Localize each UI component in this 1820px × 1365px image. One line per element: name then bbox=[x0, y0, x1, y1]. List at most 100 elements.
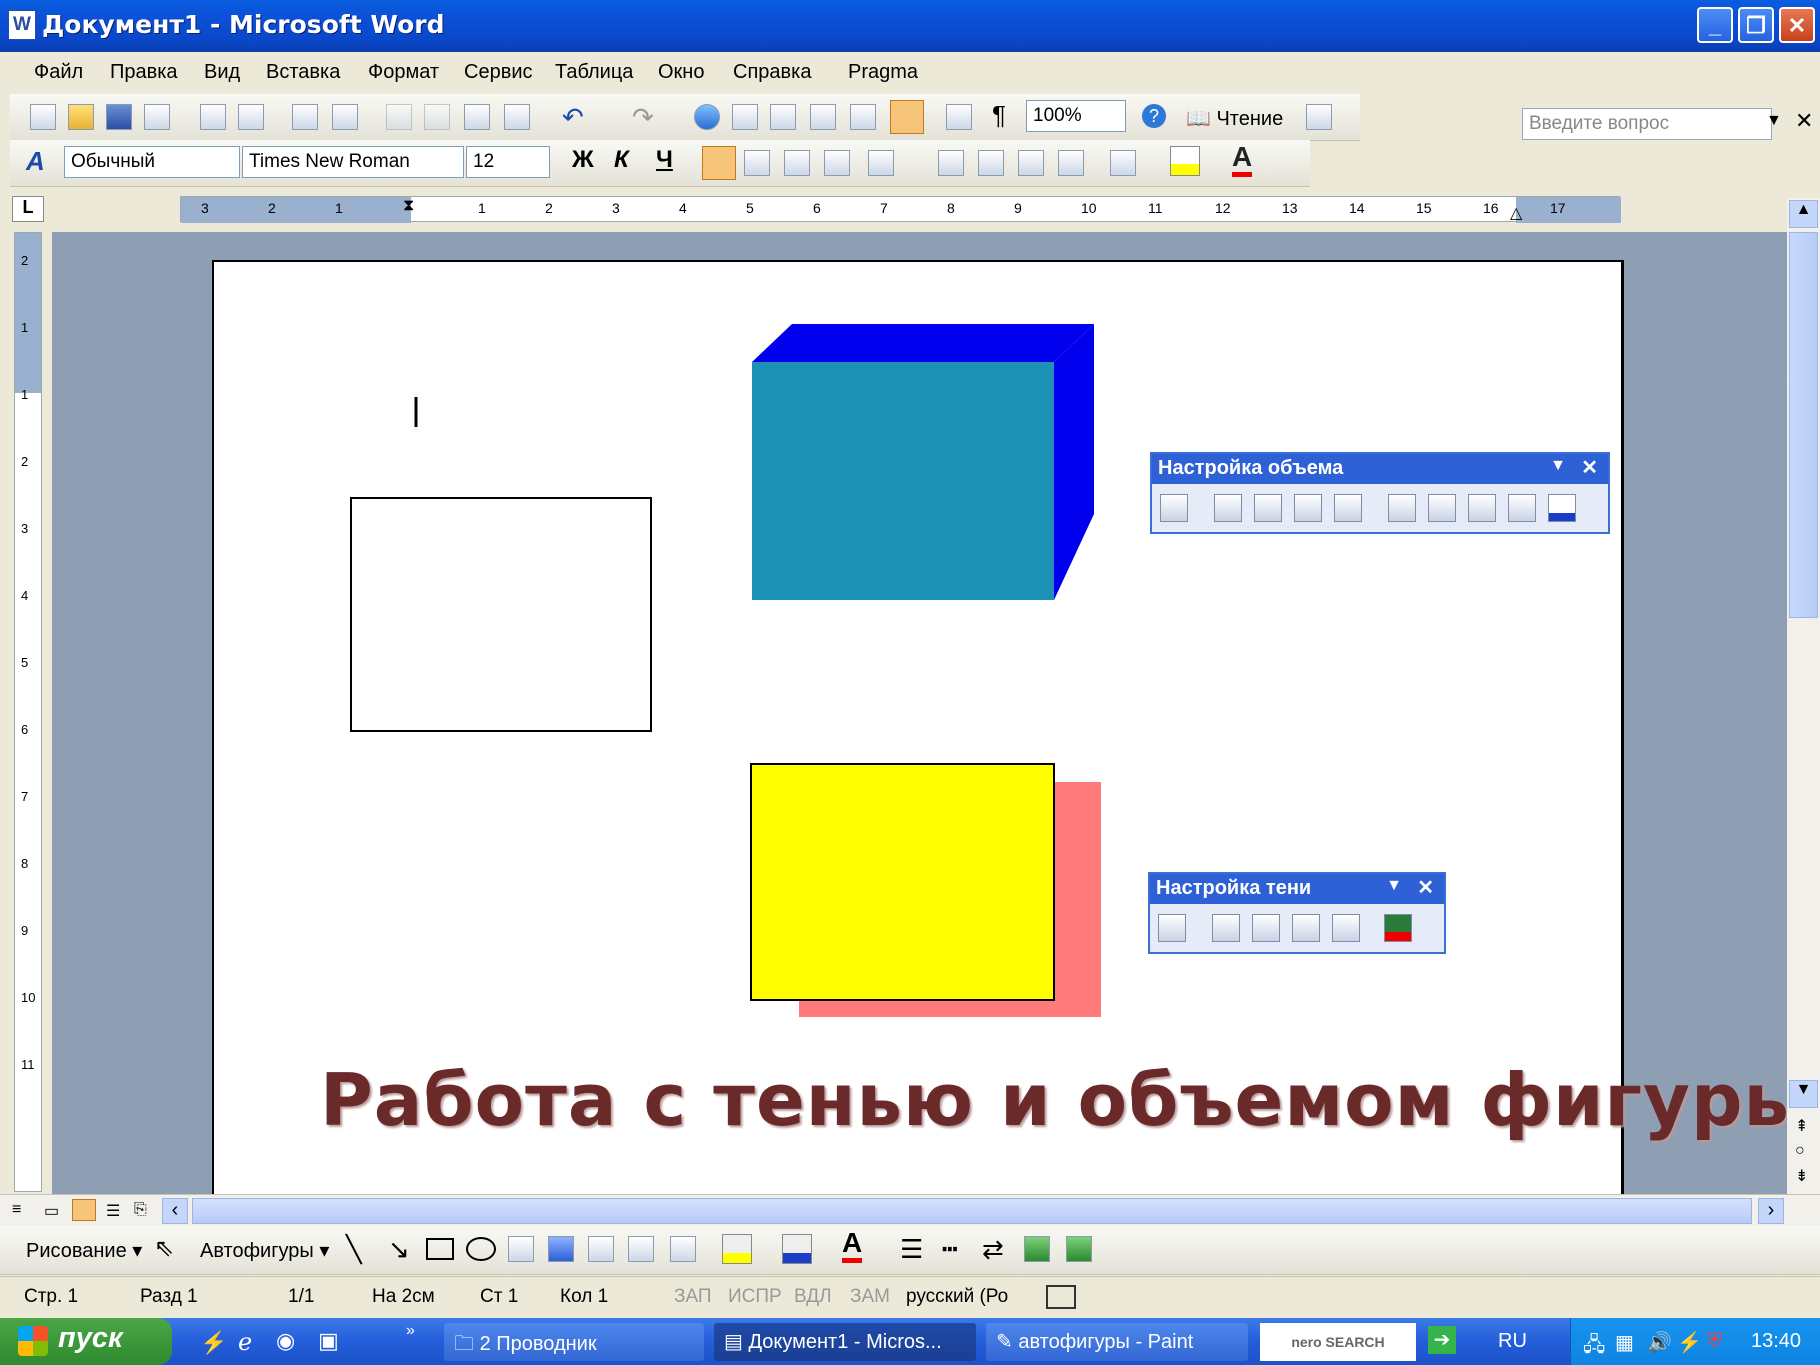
sort-icon[interactable] bbox=[1306, 104, 1332, 130]
format-painter-icon[interactable] bbox=[504, 104, 530, 130]
status-ext[interactable]: ВДЛ bbox=[794, 1286, 832, 1308]
security-shield-icon[interactable]: ⛨ bbox=[1707, 1330, 1722, 1353]
tilt-up-icon[interactable] bbox=[1254, 494, 1282, 522]
palette-menu-icon[interactable]: ▼ bbox=[1550, 457, 1566, 475]
wordart-icon[interactable] bbox=[548, 1236, 574, 1262]
arrow-style-icon[interactable]: ⇄ bbox=[982, 1234, 1004, 1265]
nudge-down-icon[interactable] bbox=[1252, 914, 1280, 942]
tilt-down-icon[interactable] bbox=[1214, 494, 1242, 522]
borders-icon[interactable] bbox=[1110, 150, 1136, 176]
vertical-ruler[interactable]: 2 1 1 2 3 4 5 6 7 8 9 10 11 bbox=[14, 232, 42, 1192]
menu-insert[interactable]: Вставка bbox=[266, 61, 340, 84]
styles-icon[interactable]: A bbox=[26, 146, 45, 177]
bold-button[interactable]: Ж bbox=[572, 146, 594, 174]
show-formatting-icon[interactable]: ¶ bbox=[992, 100, 1006, 131]
minimize-button[interactable]: _ bbox=[1697, 7, 1733, 43]
open-folder-icon[interactable] bbox=[68, 104, 94, 130]
insert-picture-icon[interactable] bbox=[670, 1236, 696, 1262]
italic-button[interactable]: К bbox=[614, 146, 629, 174]
font-size-combo[interactable]: 12 bbox=[466, 146, 550, 178]
title-bar[interactable]: W Документ1 - Microsoft Word _ ❐ ✕ bbox=[0, 0, 1820, 52]
decrease-indent-icon[interactable] bbox=[1018, 150, 1044, 176]
menu-format[interactable]: Формат bbox=[368, 61, 439, 84]
paste-icon[interactable] bbox=[464, 104, 490, 130]
scroll-thumb[interactable] bbox=[1789, 232, 1818, 618]
shadowed-rectangle-shape[interactable] bbox=[750, 763, 1101, 1017]
print-icon[interactable] bbox=[200, 104, 226, 130]
cube-shape[interactable] bbox=[752, 324, 1094, 600]
tab-selector[interactable]: L bbox=[12, 196, 44, 222]
quicklaunch-icon[interactable]: ⚡ bbox=[200, 1330, 227, 1356]
horizontal-scroll-thumb[interactable] bbox=[192, 1198, 1752, 1224]
clipart-icon[interactable] bbox=[628, 1236, 654, 1262]
shadow-toggle-icon[interactable] bbox=[1158, 914, 1186, 942]
status-rec[interactable]: ЗАП bbox=[674, 1286, 712, 1308]
align-center-icon[interactable] bbox=[744, 150, 770, 176]
spelling-icon[interactable] bbox=[292, 104, 318, 130]
help-icon[interactable]: ? bbox=[1142, 104, 1166, 128]
numbering-icon[interactable] bbox=[938, 150, 964, 176]
close-document-icon[interactable]: ✕ bbox=[1795, 108, 1813, 134]
insert-excel-icon[interactable] bbox=[810, 104, 836, 130]
tilt-right-icon[interactable] bbox=[1334, 494, 1362, 522]
drawing-toggle-icon[interactable] bbox=[890, 100, 924, 134]
scroll-left-icon[interactable]: ‹ bbox=[162, 1198, 188, 1224]
task-word[interactable]: ▤ Документ1 - Micros... bbox=[714, 1323, 976, 1361]
scroll-up-icon[interactable]: ▲ bbox=[1789, 200, 1818, 228]
ie-icon[interactable]: ℯ bbox=[238, 1328, 252, 1357]
horizontal-scrollbar[interactable]: ≡ ▭ ☰ ⎘ ‹ › bbox=[0, 1194, 1820, 1227]
line-style-icon[interactable]: ☰ bbox=[900, 1234, 923, 1265]
go-arrow-icon[interactable]: ➔ bbox=[1428, 1326, 1456, 1354]
menu-help[interactable]: Справка bbox=[733, 61, 811, 84]
font-color-icon[interactable]: A bbox=[1232, 142, 1253, 177]
print-layout-view-icon[interactable] bbox=[72, 1199, 96, 1221]
depth-icon[interactable] bbox=[1388, 494, 1416, 522]
direction-icon[interactable] bbox=[1428, 494, 1456, 522]
bullets-icon[interactable] bbox=[978, 150, 1004, 176]
hyperlink-icon[interactable] bbox=[694, 104, 720, 130]
print-preview-icon[interactable] bbox=[238, 104, 264, 130]
disk-icon[interactable]: ▣ bbox=[318, 1328, 339, 1354]
browse-object-icon[interactable]: ○ bbox=[1795, 1142, 1805, 1160]
permission-icon[interactable] bbox=[144, 104, 170, 130]
menu-edit[interactable]: Правка bbox=[110, 61, 178, 84]
highlight-icon[interactable] bbox=[1170, 146, 1200, 176]
line-color-icon[interactable] bbox=[782, 1234, 812, 1264]
autoshapes-menu-button[interactable]: Автофигуры ▾ bbox=[200, 1238, 329, 1263]
close-button[interactable]: ✕ bbox=[1779, 7, 1815, 43]
menu-tools[interactable]: Сервис bbox=[464, 61, 533, 84]
shadow-palette-title[interactable]: Настройка тени ▼ ✕ bbox=[1150, 874, 1444, 904]
shadow-settings-palette[interactable]: Настройка тени ▼ ✕ bbox=[1148, 872, 1446, 954]
research-icon[interactable] bbox=[332, 104, 358, 130]
align-right-icon[interactable] bbox=[784, 150, 810, 176]
increase-indent-icon[interactable] bbox=[1058, 150, 1084, 176]
save-icon[interactable] bbox=[106, 104, 132, 130]
outline-view-icon[interactable]: ☰ bbox=[106, 1201, 120, 1221]
select-pointer-icon[interactable]: ⇖ bbox=[154, 1234, 174, 1263]
previous-page-icon[interactable]: ⇞ bbox=[1795, 1116, 1808, 1136]
surface-icon[interactable] bbox=[1508, 494, 1536, 522]
palette-menu-icon[interactable]: ▼ bbox=[1386, 877, 1402, 895]
font-combo[interactable]: Times New Roman bbox=[242, 146, 464, 178]
nero-search-box[interactable]: nero SEARCH bbox=[1260, 1323, 1416, 1361]
tray-lightning-icon[interactable]: ⚡ bbox=[1677, 1330, 1702, 1355]
volume-icon[interactable]: 🔊 bbox=[1647, 1330, 1672, 1355]
quicklaunch-more-icon[interactable]: » bbox=[406, 1322, 415, 1340]
dash-style-icon[interactable]: ┅ bbox=[942, 1234, 958, 1265]
columns-icon[interactable] bbox=[850, 104, 876, 130]
menu-window[interactable]: Окно bbox=[658, 61, 704, 84]
reading-mode-button[interactable]: 📖 Чтение bbox=[1186, 106, 1283, 131]
web-view-icon[interactable]: ▭ bbox=[44, 1201, 59, 1221]
menu-pragma[interactable]: Pragma bbox=[848, 61, 918, 84]
nudge-right-icon[interactable] bbox=[1332, 914, 1360, 942]
3d-palette-title[interactable]: Настройка объема ▼ ✕ bbox=[1152, 454, 1608, 484]
drawing-menu-button[interactable]: Рисование ▾ bbox=[26, 1238, 142, 1263]
normal-view-icon[interactable]: ≡ bbox=[12, 1201, 21, 1219]
fill-color-icon[interactable] bbox=[722, 1234, 752, 1264]
tables-borders-icon[interactable] bbox=[732, 104, 758, 130]
start-button[interactable]: пуск bbox=[0, 1318, 172, 1365]
palette-close-icon[interactable]: ✕ bbox=[1417, 875, 1434, 900]
network-icon[interactable]: 🖧 bbox=[1583, 1330, 1605, 1364]
menu-view[interactable]: Вид bbox=[204, 61, 240, 84]
line-tool-icon[interactable]: ╲ bbox=[346, 1234, 362, 1265]
